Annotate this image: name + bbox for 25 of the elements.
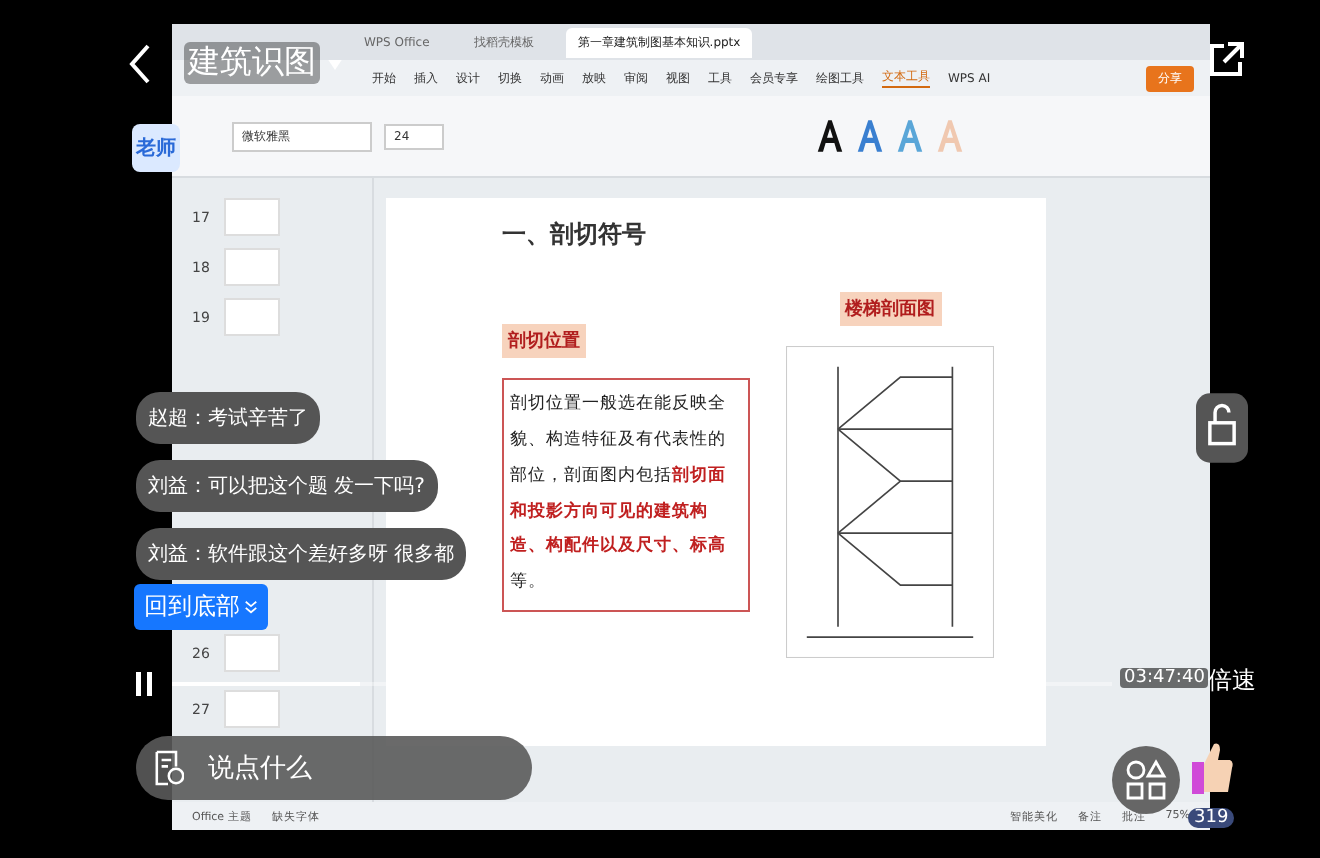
chat-message: 赵超：考试辛苦了: [136, 392, 320, 444]
thumbs-up-icon[interactable]: [1188, 738, 1236, 798]
shapes-icon[interactable]: [1112, 746, 1180, 814]
slide-thumbnail[interactable]: [224, 690, 280, 728]
chat-message: 刘益：软件跟这个差好多呀 很多都: [136, 528, 467, 580]
paragraph-text: 剖切位置一般选在能反映全貌、构造特征及有代表性的部位，剖面图内包括剖切面和投影方向可见的建筑构造、构配件以及尺寸、标高等。: [502, 378, 750, 613]
like-count: 319: [1188, 808, 1235, 828]
back-to-bottom-button[interactable]: 回到底部: [134, 584, 268, 630]
pause-icon[interactable]: [134, 672, 154, 696]
slide-thumbnail[interactable]: [224, 248, 280, 286]
teacher-badge: 老师: [132, 124, 180, 172]
time-text: 03:47:40: [1120, 668, 1209, 688]
slide-thumbnail[interactable]: [224, 198, 280, 236]
chat-message: 刘益：可以把这个题 发一下吗?: [136, 460, 437, 512]
unlock-icon[interactable]: [1196, 392, 1248, 464]
slide-thumbnail[interactable]: [224, 298, 280, 336]
text-style-icon[interactable]: [816, 118, 844, 154]
box-label: 剖切位置: [502, 324, 586, 358]
document-check-icon: [152, 750, 184, 786]
chevron-down-icon: [244, 600, 258, 614]
share-icon[interactable]: [1206, 40, 1246, 80]
figure-label: 楼梯剖面图: [839, 292, 941, 326]
slide-title: 一、剖切符号: [502, 218, 648, 252]
comment-field[interactable]: 说点什么: [136, 736, 532, 800]
slide-thumbnail[interactable]: [224, 634, 280, 672]
